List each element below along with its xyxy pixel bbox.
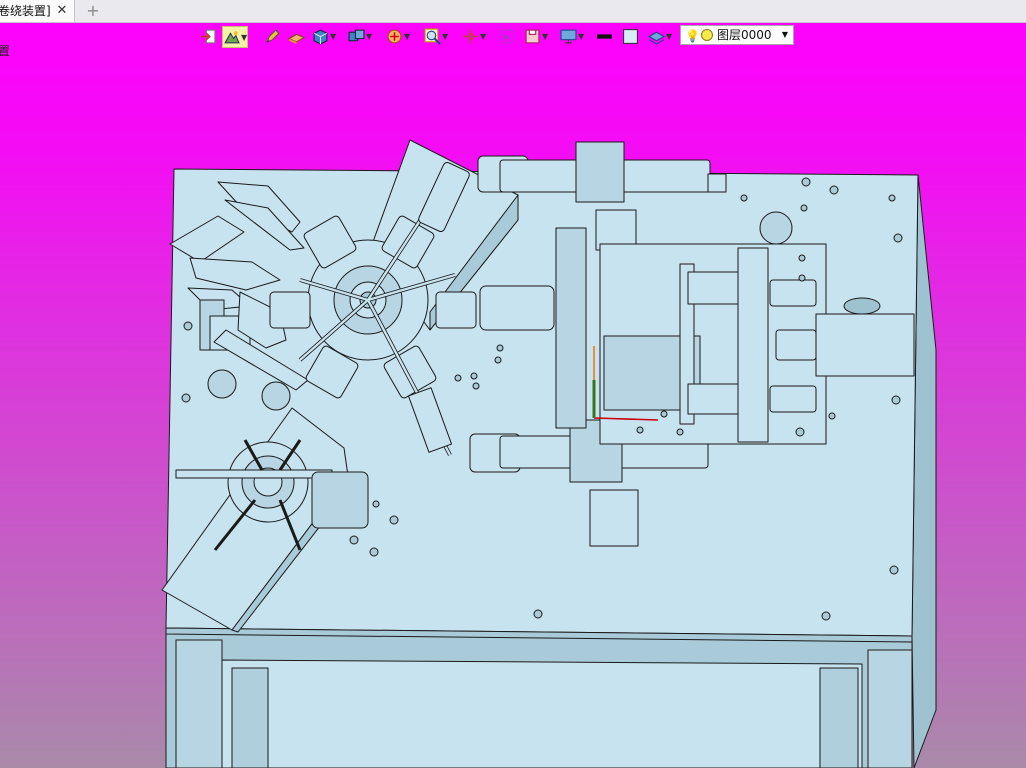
tab-title: 卷绕装置]: [0, 4, 51, 18]
chevron-down-icon: ▼: [241, 32, 248, 42]
chevron-down-icon: ▼: [366, 31, 373, 41]
layer-name: 图层0000: [717, 28, 772, 42]
lightbulb-icon: 💡: [685, 29, 700, 43]
snap-icon: [463, 28, 478, 44]
tab-document[interactable]: 卷绕装置] ✕: [0, 0, 75, 22]
display-monitor-button[interactable]: ▼: [560, 26, 584, 46]
save-view-button[interactable]: ▼: [524, 26, 548, 46]
exit-sketch-icon: [201, 29, 216, 43]
layer-on-icon: [701, 29, 713, 41]
layer-stack-icon: [648, 31, 665, 45]
select-icon: [499, 29, 514, 43]
render-button[interactable]: ▼: [386, 26, 410, 46]
cad-machine-model: [161, 139, 937, 768]
hole-large: [207, 369, 237, 399]
snap-button[interactable]: ▼: [462, 26, 486, 46]
toolbar: ▼ ▼ ▼ ▼ ▼ ▼ ▼ ▼ ▼ 💡 图层0000 ▼: [198, 24, 798, 48]
chevron-down-icon: ▼: [578, 31, 585, 41]
chevron-down-icon: ▼: [781, 30, 788, 39]
chevron-down-icon: ▼: [404, 31, 411, 41]
tab-bar: 卷绕装置] ✕ +: [0, 0, 1026, 23]
zoom-button[interactable]: ▼: [424, 26, 448, 46]
zoom-icon: [424, 28, 441, 45]
add-tab-button[interactable]: +: [84, 0, 102, 22]
solid-box-icon: [313, 29, 328, 45]
surface-icon: [288, 33, 305, 44]
model-viewport[interactable]: [0, 48, 1026, 768]
solid-box-button[interactable]: ▼: [312, 26, 336, 46]
view-style-icon: [224, 30, 240, 43]
pen-icon: [266, 28, 280, 43]
surface-button[interactable]: [288, 26, 305, 46]
chevron-down-icon: ▼: [542, 31, 549, 41]
table-frame: [165, 631, 913, 768]
hole-large: [261, 381, 291, 411]
fill-color-icon: [623, 28, 638, 44]
chevron-down-icon: ▼: [330, 31, 337, 41]
render-icon: [387, 29, 402, 43]
pen-button[interactable]: [264, 26, 281, 46]
chevron-down-icon: ▼: [666, 31, 673, 41]
save-view-icon: [525, 29, 540, 43]
chevron-down-icon: ▼: [442, 31, 449, 41]
line-style-button[interactable]: [596, 26, 613, 46]
display-monitor-icon: [560, 29, 577, 43]
close-icon[interactable]: ✕: [54, 0, 70, 22]
layer-select[interactable]: 💡 图层0000 ▼: [680, 25, 794, 45]
line-style-icon: [597, 33, 612, 39]
exit-sketch-button[interactable]: [200, 26, 217, 46]
chevron-down-icon: ▼: [480, 31, 487, 41]
view-style-button[interactable]: ▼: [222, 26, 249, 48]
fill-color-button[interactable]: [622, 26, 639, 46]
assembly-icon: [348, 29, 365, 41]
select-button[interactable]: [498, 26, 515, 46]
layer-stack-button[interactable]: ▼: [648, 26, 672, 46]
assembly-button[interactable]: ▼: [348, 26, 372, 46]
